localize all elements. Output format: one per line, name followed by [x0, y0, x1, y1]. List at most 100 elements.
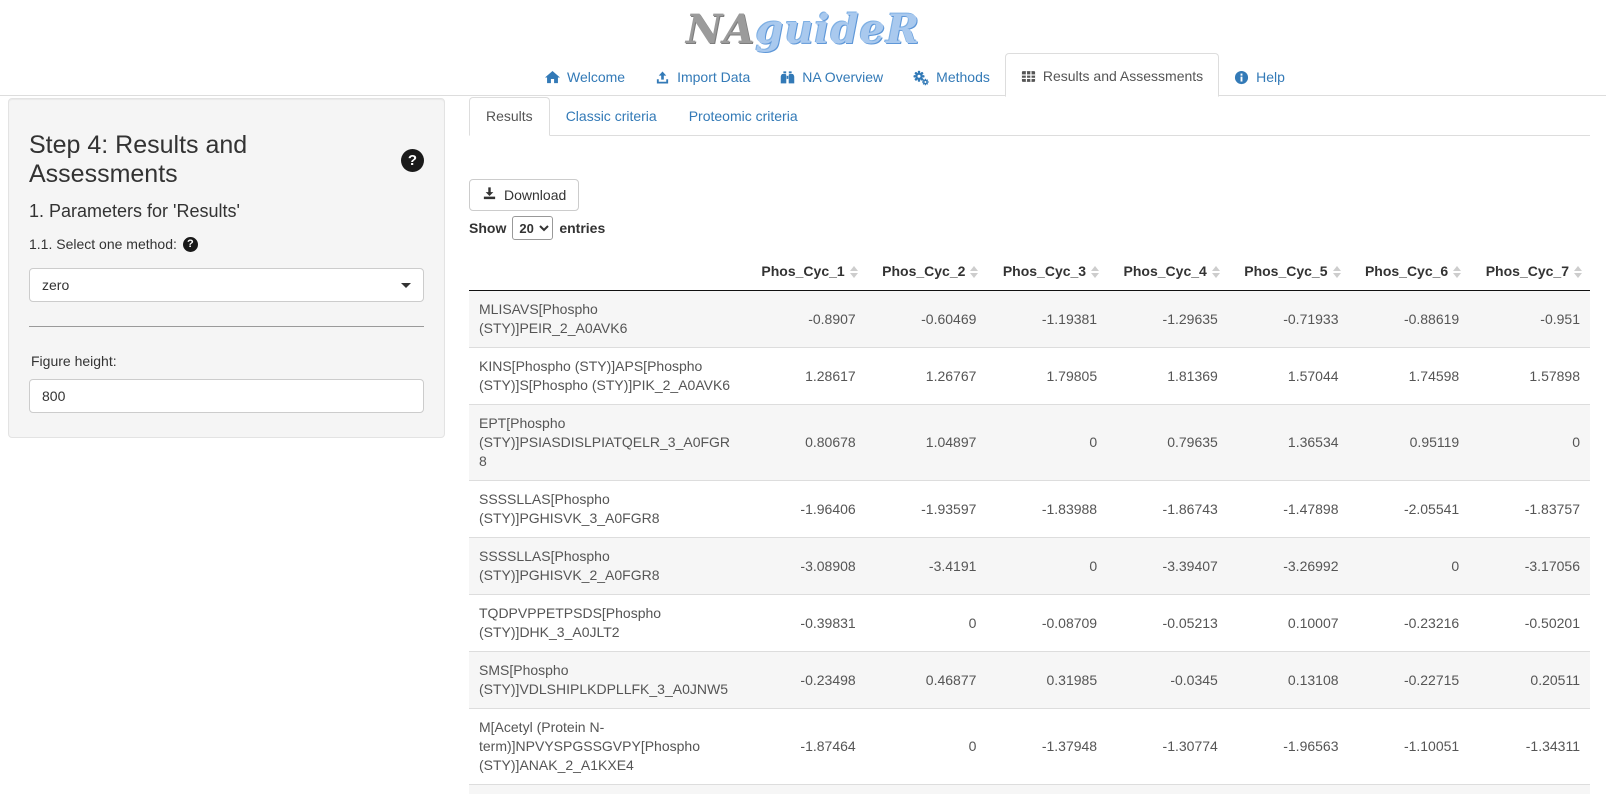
- nav-tab-na-overview[interactable]: NA Overview: [765, 59, 898, 96]
- value-cell: 0.20511: [1469, 652, 1590, 709]
- row-name-cell: KINS[Phospho (STY)]APS[Phospho (STY)]S[P…: [469, 348, 745, 405]
- value-cell: -0.50201: [1469, 595, 1590, 652]
- table-row: MLISAVS[Phospho (STY)]PEIR_2_A0AVK6-0.89…: [469, 291, 1590, 348]
- value-cell: -0.23216: [1349, 595, 1470, 652]
- value-cell: -0.39831: [745, 595, 866, 652]
- value-cell: 0: [866, 709, 987, 785]
- column-header-phos-cyc-1[interactable]: Phos_Cyc_1: [745, 252, 866, 291]
- nav-tab-label: Methods: [936, 69, 990, 86]
- table-icon: [1021, 69, 1036, 84]
- column-header-label: Phos_Cyc_6: [1365, 263, 1448, 279]
- column-header-phos-cyc-7[interactable]: Phos_Cyc_7: [1469, 252, 1590, 291]
- method-label-row: 1.1. Select one method: ?: [29, 236, 424, 252]
- content-area: Step 4: Results and Assessments ? 1. Par…: [0, 98, 1606, 794]
- column-header-label: Phos_Cyc_4: [1124, 263, 1207, 279]
- subtab-results[interactable]: Results: [469, 97, 550, 136]
- method-select[interactable]: zero: [29, 268, 424, 302]
- value-cell: 1.81369: [1107, 348, 1228, 405]
- sort-icon: [1333, 266, 1341, 278]
- sort-icon: [970, 266, 978, 278]
- value-cell: 0.46877: [866, 652, 987, 709]
- value-cell: -3.17056: [1469, 538, 1590, 595]
- nav-tab-label: Results and Assessments: [1043, 68, 1203, 85]
- step-help-icon[interactable]: ?: [401, 149, 424, 172]
- nav-tab-label: Import Data: [677, 69, 750, 86]
- column-header-label: Phos_Cyc_3: [1003, 263, 1086, 279]
- method-help-icon[interactable]: ?: [183, 237, 198, 252]
- nav-tab-welcome[interactable]: Welcome: [530, 59, 640, 96]
- app-header: NAguideR: [0, 0, 1606, 58]
- page-length-control: Show 20 entries: [469, 216, 1590, 240]
- length-label-before: Show: [469, 220, 506, 236]
- row-name-cell: TQDPVPPETPSDS[Phospho (STY)]DHK_3_A0JLT2: [469, 595, 745, 652]
- subtab-classic-criteria[interactable]: Classic criteria: [550, 98, 673, 135]
- sidebar-divider: [29, 326, 424, 327]
- value-cell: 0.80678: [745, 405, 866, 481]
- figure-height-input[interactable]: [29, 379, 424, 413]
- nav-tab-results-and-assessments[interactable]: Results and Assessments: [1005, 53, 1219, 97]
- table-row: TQDPVPPETPSDS[Phospho (STY)]DHK_3_A0JLT2…: [469, 595, 1590, 652]
- table-toolbar: Download Show 20 entries: [469, 179, 1590, 240]
- value-cell: 0.95119: [1349, 405, 1470, 481]
- value-cell: -1.87464: [745, 709, 866, 785]
- row-name-cell: SSSSLLAS[Phospho (STY)]PGHISVK_3_A0FGR8: [469, 481, 745, 538]
- nav-tab-help[interactable]: Help: [1219, 59, 1300, 96]
- subtab-proteomic-criteria[interactable]: Proteomic criteria: [673, 98, 814, 135]
- logo-na-part: NA: [686, 6, 756, 53]
- row-name-cell: SMS[Phospho (STY)]VDLSHIPLKDPLLFK_3_A0JN…: [469, 652, 745, 709]
- page-length-select[interactable]: 20: [512, 216, 553, 240]
- navbar-tabs: Welcome Import Data NA Overview Methods Resu…: [530, 58, 1606, 96]
- binoculars-icon: [780, 70, 795, 85]
- value-cell: -2.05541: [1349, 481, 1470, 538]
- value-cell: -3.26992: [1228, 538, 1349, 595]
- value-cell: -0.60469: [866, 291, 987, 348]
- value-cell: 0.13108: [1228, 652, 1349, 709]
- column-header-phos-cyc-2[interactable]: Phos_Cyc_2: [866, 252, 987, 291]
- value-cell: -1.86743: [1107, 481, 1228, 538]
- row-names-header[interactable]: [469, 252, 745, 291]
- column-header-phos-cyc-4[interactable]: Phos_Cyc_4: [1107, 252, 1228, 291]
- value-cell: -3.4191: [866, 538, 987, 595]
- nav-tab-import-data[interactable]: Import Data: [640, 59, 765, 96]
- table-row: SSSSLLAS[Phospho (STY)]PGHISVK_3_A0FGR8 -…: [469, 481, 1590, 538]
- value-cell: -0.71933: [1228, 291, 1349, 348]
- sort-icon: [850, 266, 858, 278]
- value-cell: -1.83988: [986, 481, 1107, 538]
- value-cell: 1.36534: [1228, 405, 1349, 481]
- result-subtabs: ResultsClassic criteriaProteomic criteri…: [469, 98, 1590, 136]
- value-cell: -1.83757: [1469, 481, 1590, 538]
- value-cell: 0: [986, 405, 1107, 481]
- column-header-label: Phos_Cyc_5: [1244, 263, 1327, 279]
- column-header-phos-cyc-5[interactable]: Phos_Cyc_5: [1228, 252, 1349, 291]
- value-cell: -0.05213: [1107, 595, 1228, 652]
- value-cell: -1.30774: [1107, 709, 1228, 785]
- table-row: SSSSLLAS[Phospho (STY)]PGHISVK_2_A0FGR8-…: [469, 538, 1590, 595]
- sidebar-panel: Step 4: Results and Assessments ? 1. Par…: [8, 98, 445, 438]
- value-cell: 0: [866, 595, 987, 652]
- value-cell: -0.951: [1469, 291, 1590, 348]
- upload-icon: [655, 70, 670, 85]
- column-header-phos-cyc-3[interactable]: Phos_Cyc_3: [986, 252, 1107, 291]
- table-row: EPT[Phospho (STY)]PSIASDISLPIATQELR_3_A0…: [469, 405, 1590, 481]
- value-cell: 1.74598: [1349, 348, 1470, 405]
- method-select-value: zero: [42, 277, 69, 293]
- nav-tab-methods[interactable]: Methods: [898, 59, 1005, 96]
- value-cell: -3.08908: [745, 538, 866, 595]
- value-cell: 1.04897: [866, 405, 987, 481]
- download-button[interactable]: Download: [469, 179, 579, 211]
- value-cell: -1.10051: [1349, 709, 1470, 785]
- results-table: Phos_Cyc_1Phos_Cyc_2 Phos_Cyc_3 Phos_Cyc_4…: [469, 252, 1590, 794]
- column-header-phos-cyc-6[interactable]: Phos_Cyc_6: [1349, 252, 1470, 291]
- gears-icon: [913, 70, 929, 86]
- sort-icon: [1453, 266, 1461, 278]
- value-cell: -1.93597: [866, 481, 987, 538]
- info-icon: [1234, 70, 1249, 85]
- logo-guider-part: guideR: [755, 6, 920, 53]
- figure-height-label: Figure height:: [31, 353, 424, 369]
- main-panel: ResultsClassic criteriaProteomic criteri…: [469, 98, 1606, 794]
- value-cell: -0.8907: [745, 291, 866, 348]
- column-header-label: Phos_Cyc_7: [1486, 263, 1569, 279]
- sort-icon: [1091, 266, 1099, 278]
- download-button-label: Download: [504, 187, 566, 203]
- value-cell: 1.79805: [986, 348, 1107, 405]
